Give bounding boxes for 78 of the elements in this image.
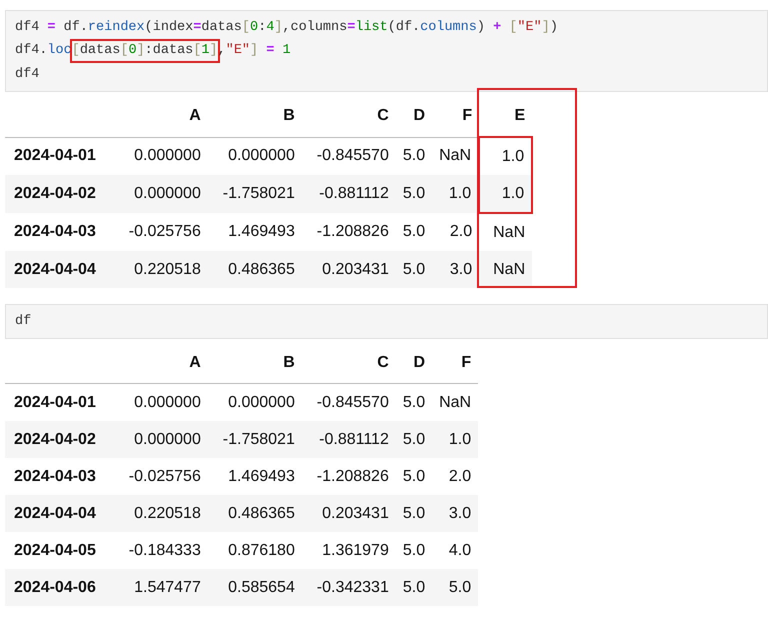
row-index: 2024-04-02 bbox=[5, 421, 108, 458]
table-cell: NaN bbox=[479, 251, 532, 288]
column-header: C bbox=[302, 96, 396, 137]
column-header: B bbox=[208, 96, 302, 137]
table-cell: 0.585654 bbox=[208, 569, 302, 606]
highlight-box: [datas[0]:datas[1] bbox=[70, 39, 220, 63]
table-cell: 2.0 bbox=[432, 213, 480, 251]
table-cell: -1.758021 bbox=[208, 421, 302, 458]
table-cell: 5.0 bbox=[396, 384, 432, 421]
row-index: 2024-04-01 bbox=[5, 384, 108, 421]
table-cell: 1.0 bbox=[432, 175, 480, 213]
row-index: 2024-04-06 bbox=[5, 569, 108, 606]
table-cell: 0.000000 bbox=[108, 421, 208, 458]
table-cell: 0.876180 bbox=[208, 532, 302, 569]
table-cell: 5.0 bbox=[396, 213, 432, 251]
table-cell: 1.469493 bbox=[208, 458, 302, 495]
table-cell: NaN bbox=[432, 384, 478, 421]
table-cell: -0.342331 bbox=[302, 569, 396, 606]
table-cell: 0.000000 bbox=[208, 384, 302, 421]
row-index: 2024-04-04 bbox=[5, 251, 108, 288]
table-cell: 5.0 bbox=[396, 175, 432, 213]
table-cell: NaN bbox=[432, 137, 480, 175]
table-cell: 0.486365 bbox=[208, 495, 302, 532]
table-cell: -0.845570 bbox=[302, 384, 396, 421]
table-cell: 0.203431 bbox=[302, 495, 396, 532]
table-cell: 0.486365 bbox=[208, 251, 302, 288]
code-line: df bbox=[15, 313, 32, 331]
row-index: 2024-04-03 bbox=[5, 213, 108, 251]
table-cell: 5.0 bbox=[432, 569, 478, 606]
table-cell: 5.0 bbox=[396, 421, 432, 458]
table-cell: 4.0 bbox=[432, 532, 478, 569]
table-cell: 5.0 bbox=[396, 495, 432, 532]
table-cell: 5.0 bbox=[396, 532, 432, 569]
column-header: F bbox=[432, 343, 478, 384]
table-cell: 1.469493 bbox=[208, 213, 302, 251]
table-cell: 1.0 bbox=[479, 175, 532, 213]
table-cell: -0.184333 bbox=[108, 532, 208, 569]
table-cell: 1.547477 bbox=[108, 569, 208, 606]
table-cell: 5.0 bbox=[396, 458, 432, 495]
row-index: 2024-04-01 bbox=[5, 137, 108, 175]
table-cell: 2.0 bbox=[432, 458, 478, 495]
column-header: A bbox=[108, 96, 208, 137]
table-cell: -0.881112 bbox=[302, 421, 396, 458]
table-cell: 0.203431 bbox=[302, 251, 396, 288]
table-cell: 0.000000 bbox=[208, 137, 302, 175]
table-cell: 1.361979 bbox=[302, 532, 396, 569]
table-cell: 0.000000 bbox=[108, 384, 208, 421]
column-header: B bbox=[208, 343, 302, 384]
table-cell: 3.0 bbox=[432, 251, 480, 288]
table-cell: NaN bbox=[479, 213, 532, 251]
column-header: C bbox=[302, 343, 396, 384]
table-cell: -0.845570 bbox=[302, 137, 396, 175]
row-index: 2024-04-04 bbox=[5, 495, 108, 532]
table-cell: 0.000000 bbox=[108, 175, 208, 213]
table-cell: 0.220518 bbox=[108, 251, 208, 288]
table-cell: 1.0 bbox=[432, 421, 478, 458]
column-header: A bbox=[108, 343, 208, 384]
table-cell: -1.208826 bbox=[302, 213, 396, 251]
row-index: 2024-04-05 bbox=[5, 532, 108, 569]
column-header: D bbox=[396, 96, 432, 137]
code-line: df4 bbox=[15, 66, 40, 84]
table-cell: -1.208826 bbox=[302, 458, 396, 495]
column-header: F bbox=[432, 96, 480, 137]
column-header: D bbox=[396, 343, 432, 384]
table-cell: 3.0 bbox=[432, 495, 478, 532]
table-cell: 5.0 bbox=[396, 569, 432, 606]
row-index: 2024-04-02 bbox=[5, 175, 108, 213]
row-index: 2024-04-03 bbox=[5, 458, 108, 495]
code-line: df4 = df.reindex(index=datas[0:4],columns=list(df.columns) + ["E"]) bbox=[15, 19, 559, 37]
table-cell: 5.0 bbox=[396, 137, 432, 175]
table-cell: 5.0 bbox=[396, 251, 432, 288]
code-cell[interactable]: df bbox=[5, 304, 768, 339]
table-cell: -0.881112 bbox=[302, 175, 396, 213]
table-cell: -0.025756 bbox=[108, 458, 208, 495]
table-cell: -1.758021 bbox=[208, 175, 302, 213]
table-cell: -0.025756 bbox=[108, 213, 208, 251]
table-cell: 0.220518 bbox=[108, 495, 208, 532]
table-cell: 0.000000 bbox=[108, 137, 208, 175]
